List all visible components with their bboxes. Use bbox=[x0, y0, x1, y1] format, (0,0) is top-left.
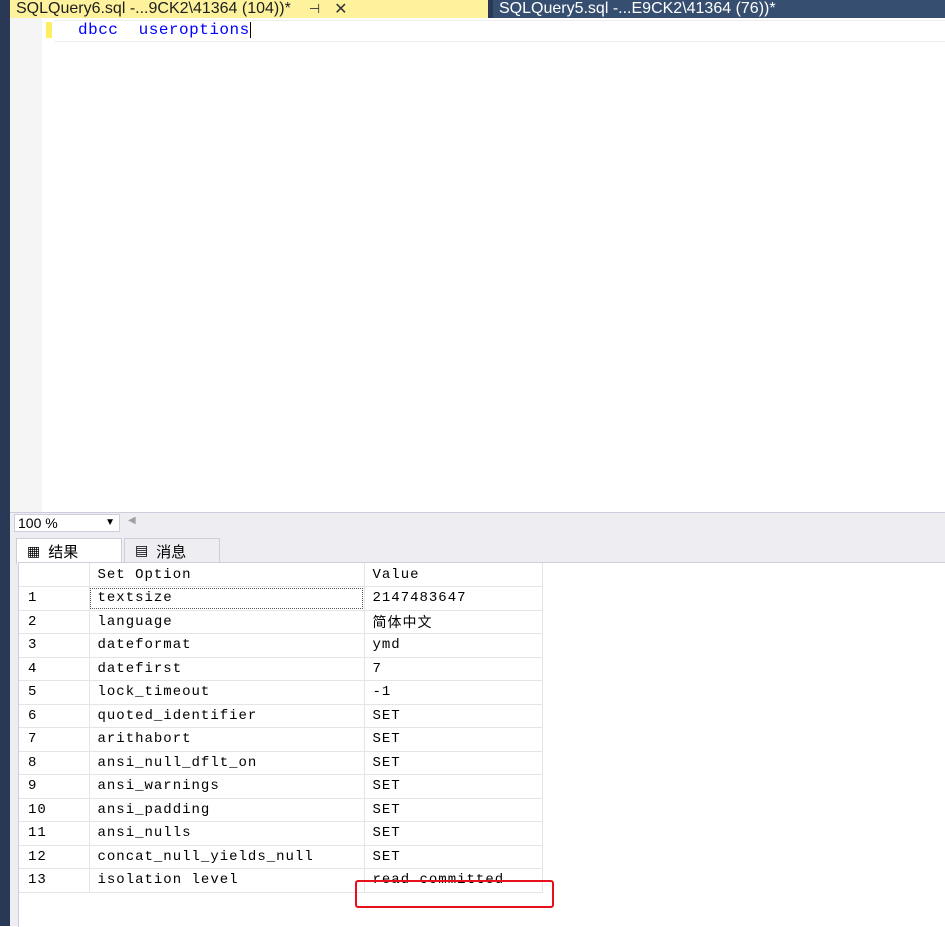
table-row[interactable]: 7 arithabort SET bbox=[19, 727, 543, 752]
tab-results[interactable]: ▦ 结果 bbox=[16, 538, 122, 564]
query-editor[interactable]: dbcc useroptions bbox=[10, 18, 945, 512]
value-cell[interactable]: SET bbox=[364, 751, 543, 775]
editor-gutter bbox=[10, 18, 42, 512]
value-cell[interactable]: 7 bbox=[364, 657, 543, 681]
value-cell[interactable]: SET bbox=[364, 798, 543, 822]
tab-title: SQLQuery6.sql -...9CK2\41364 (104))* bbox=[16, 0, 291, 17]
set-option-cell[interactable]: lock_timeout bbox=[89, 680, 365, 705]
value-cell[interactable]: 简体中文 bbox=[364, 610, 543, 634]
window-left-edge bbox=[0, 0, 10, 926]
tab-title: SQLQuery5.sql -...E9CK2\41364 (76))* bbox=[499, 0, 776, 17]
tab-sqlquery6[interactable]: SQLQuery6.sql -...9CK2\41364 (104))* ⊣ ✕ bbox=[10, 0, 488, 18]
set-option-cell[interactable]: ansi_null_dflt_on bbox=[89, 751, 365, 775]
value-cell[interactable]: SET bbox=[364, 727, 543, 752]
row-number-cell[interactable]: 9 bbox=[19, 774, 90, 799]
column-header-value[interactable]: Value bbox=[364, 563, 543, 587]
set-option-cell[interactable]: concat_null_yields_null bbox=[89, 845, 365, 869]
value-cell[interactable]: -1 bbox=[364, 680, 543, 705]
row-number-cell[interactable]: 10 bbox=[19, 798, 90, 822]
column-header-set-option[interactable]: Set Option bbox=[89, 563, 365, 587]
row-number-cell[interactable]: 11 bbox=[19, 821, 90, 846]
row-number-cell[interactable]: 5 bbox=[19, 680, 90, 705]
text-caret bbox=[249, 21, 251, 38]
tab-sqlquery5[interactable]: SQLQuery5.sql -...E9CK2\41364 (76))* bbox=[493, 0, 945, 18]
row-number-cell[interactable]: 3 bbox=[19, 633, 90, 658]
set-option-cell[interactable]: language bbox=[89, 610, 365, 634]
table-row[interactable]: 4 datefirst 7 bbox=[19, 657, 543, 681]
chevron-down-icon: ▼ bbox=[105, 517, 115, 528]
row-number-header[interactable] bbox=[19, 563, 90, 587]
table-row[interactable]: 2 language 简体中文 bbox=[19, 610, 543, 634]
value-cell[interactable]: SET bbox=[364, 821, 543, 846]
table-row[interactable]: 5 lock_timeout -1 bbox=[19, 680, 543, 705]
scroll-left-icon[interactable]: ◀ bbox=[128, 515, 136, 526]
table-row[interactable]: 6 quoted_identifier SET bbox=[19, 704, 543, 728]
zoom-dropdown[interactable]: 100 % ▼ bbox=[14, 514, 120, 532]
document-tab-bar: SQLQuery6.sql -...9CK2\41364 (104))* ⊣ ✕… bbox=[10, 0, 945, 18]
table-row[interactable]: 8 ansi_null_dflt_on SET bbox=[19, 751, 543, 775]
row-number-cell[interactable]: 1 bbox=[19, 586, 90, 611]
table-row[interactable]: 1 textsize 2147483647 bbox=[19, 586, 543, 611]
set-option-cell[interactable]: ansi_nulls bbox=[89, 821, 365, 846]
value-cell[interactable]: read committed bbox=[364, 868, 543, 893]
set-option-cell[interactable]: dateformat bbox=[89, 633, 365, 658]
table-row[interactable]: 10 ansi_padding SET bbox=[19, 798, 543, 822]
zoom-bar: 100 % ▼ ◀ bbox=[10, 512, 945, 533]
tab-results-label: 结果 bbox=[48, 543, 79, 561]
value-cell[interactable]: SET bbox=[364, 845, 543, 869]
messages-icon: ▤ bbox=[135, 543, 149, 559]
set-option-cell[interactable]: arithabort bbox=[89, 727, 365, 752]
row-number-cell[interactable]: 2 bbox=[19, 610, 90, 634]
code-text: dbcc useroptions bbox=[78, 21, 250, 39]
table-row[interactable]: 12 concat_null_yields_null SET bbox=[19, 845, 543, 869]
set-option-cell[interactable]: ansi_warnings bbox=[89, 774, 365, 799]
unsaved-change-marker bbox=[46, 22, 52, 38]
row-number-cell[interactable]: 7 bbox=[19, 727, 90, 752]
grid-icon: ▦ bbox=[27, 543, 41, 560]
tab-messages-label: 消息 bbox=[156, 542, 187, 561]
row-number-cell[interactable]: 12 bbox=[19, 845, 90, 869]
set-option-cell[interactable]: datefirst bbox=[89, 657, 365, 681]
table-row[interactable]: 13 isolation level read committed bbox=[19, 868, 543, 893]
pin-icon[interactable]: ⊣ bbox=[309, 1, 320, 17]
row-number-cell[interactable]: 13 bbox=[19, 868, 90, 893]
value-cell[interactable]: ymd bbox=[364, 633, 543, 658]
row-number-cell[interactable]: 4 bbox=[19, 657, 90, 681]
table-row[interactable]: 9 ansi_warnings SET bbox=[19, 774, 543, 799]
value-cell[interactable]: SET bbox=[364, 704, 543, 728]
value-cell[interactable]: SET bbox=[364, 774, 543, 799]
header-row: Set Option Value bbox=[19, 563, 543, 587]
row-number-cell[interactable]: 8 bbox=[19, 751, 90, 775]
code-line[interactable]: dbcc useroptions bbox=[78, 21, 251, 39]
tab-messages[interactable]: ▤ 消息 bbox=[124, 538, 220, 563]
value-cell[interactable]: 2147483647 bbox=[364, 586, 543, 611]
set-option-cell[interactable]: textsize bbox=[89, 586, 365, 611]
close-icon[interactable]: ✕ bbox=[334, 0, 347, 19]
set-option-cell[interactable]: isolation level bbox=[89, 868, 365, 893]
results-table: Set Option Value 1 textsize 2147483647 2 lan… bbox=[19, 563, 543, 893]
table-row[interactable]: 3 dateformat ymd bbox=[19, 633, 543, 658]
set-option-cell[interactable]: ansi_padding bbox=[89, 798, 365, 822]
results-grid: Set Option Value 1 textsize 2147483647 2 lan… bbox=[18, 562, 945, 927]
row-number-cell[interactable]: 6 bbox=[19, 704, 90, 728]
table-row[interactable]: 11 ansi_nulls SET bbox=[19, 821, 543, 846]
zoom-value: 100 % bbox=[18, 515, 58, 531]
set-option-cell[interactable]: quoted_identifier bbox=[89, 704, 365, 728]
